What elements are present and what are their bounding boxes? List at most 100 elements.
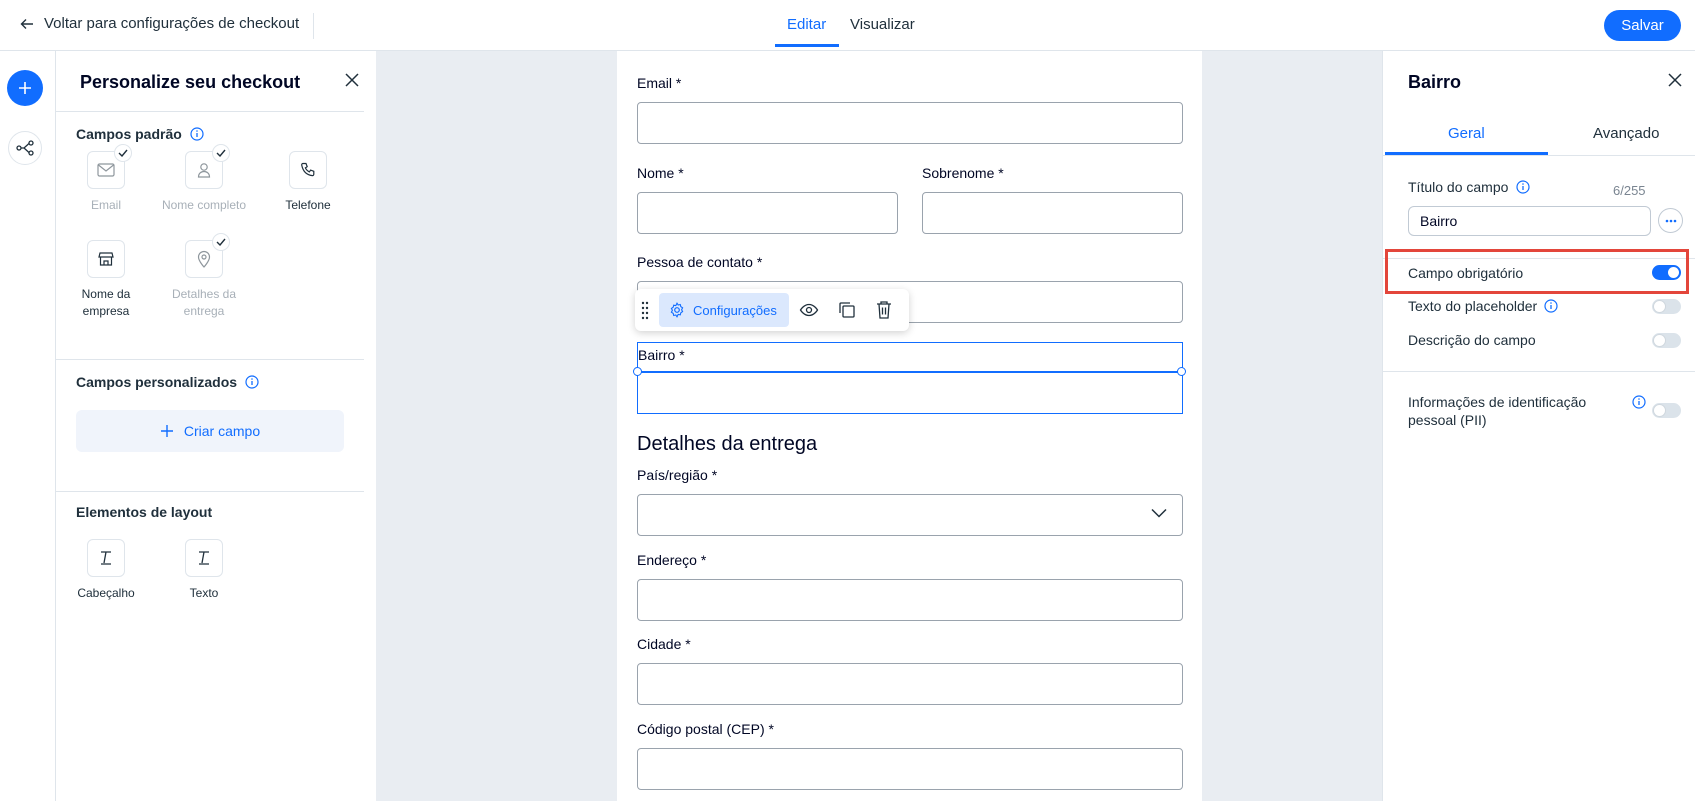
- section-title: Campos padrão: [76, 126, 182, 142]
- layout-tile-label: Cabeçalho: [77, 586, 135, 600]
- save-button[interactable]: Salvar: [1604, 10, 1681, 41]
- field-tile-box: [185, 539, 223, 577]
- divider: [56, 491, 364, 492]
- address-field-label: Endereço *: [637, 552, 707, 568]
- last-name-field[interactable]: [922, 192, 1183, 234]
- delivery-section-title: Detalhes da entrega: [637, 433, 818, 455]
- field-tile-box: [87, 240, 125, 278]
- checkout-form-page: Email * Nome * Sobrenome * Pessoa de con…: [617, 51, 1202, 801]
- field-settings-panel: Bairro Geral Avançado Título do campo 6/…: [1382, 51, 1695, 801]
- left-rail: [0, 51, 56, 801]
- layout-tile-text[interactable]: Texto: [159, 539, 249, 602]
- person-icon: [197, 162, 211, 178]
- postal-code-field-label: Código postal (CEP) *: [637, 721, 774, 737]
- field-description-toggle[interactable]: [1652, 333, 1681, 348]
- trash-icon[interactable]: [875, 300, 893, 320]
- placeholder-label: Texto do placeholder: [1408, 298, 1538, 314]
- info-icon[interactable]: [190, 127, 204, 141]
- default-fields-heading: Campos padrão: [76, 126, 204, 142]
- resize-handle-left[interactable]: [633, 367, 642, 376]
- tab-underline: [1383, 155, 1695, 156]
- location-pin-icon: [197, 250, 211, 268]
- section-title: Elementos de layout: [76, 504, 213, 520]
- first-name-field[interactable]: [637, 192, 898, 234]
- close-icon[interactable]: [1668, 73, 1682, 87]
- required-field-toggle[interactable]: [1652, 265, 1681, 280]
- required-field-label: Campo obrigatório: [1408, 265, 1524, 281]
- neighborhood-field-selected[interactable]: Bairro *: [633, 342, 1186, 414]
- pii-toggle[interactable]: [1652, 403, 1681, 418]
- active-tab-indicator: [1385, 152, 1548, 155]
- contact-person-field-label: Pessoa de contato *: [637, 254, 763, 270]
- info-icon[interactable]: [1544, 299, 1558, 313]
- placeholder-toggle[interactable]: [1652, 299, 1681, 314]
- info-icon[interactable]: [1632, 395, 1646, 409]
- field-tile-delivery-details[interactable]: Detalhes da entrega: [159, 233, 249, 320]
- tab-general[interactable]: Geral: [1448, 125, 1485, 142]
- text-t-icon: [196, 550, 212, 566]
- create-field-label: Criar campo: [183, 423, 261, 439]
- selection-divider: [638, 371, 1181, 373]
- arrow-left-icon: [20, 18, 34, 30]
- divider: [1383, 371, 1695, 372]
- duplicate-icon[interactable]: [837, 300, 857, 320]
- neighborhood-field-label: Bairro *: [638, 347, 685, 363]
- check-icon: [212, 144, 230, 162]
- create-field-button[interactable]: Criar campo: [76, 410, 344, 452]
- field-title-text: Título do campo: [1408, 179, 1509, 195]
- panel-title: Bairro: [1408, 72, 1462, 92]
- field-tile-box: [185, 144, 230, 189]
- eye-icon[interactable]: [799, 300, 819, 320]
- editor-canvas: Email * Nome * Sobrenome * Pessoa de con…: [376, 51, 1382, 801]
- layout-elements-heading: Elementos de layout: [76, 504, 212, 520]
- close-icon[interactable]: [345, 73, 359, 87]
- customize-panel: Personalize seu checkout Campos padrão E…: [56, 51, 376, 801]
- first-name-field-label: Nome *: [637, 165, 684, 181]
- city-field[interactable]: [637, 663, 1183, 705]
- postal-code-field[interactable]: [637, 748, 1183, 790]
- field-title-label: Título do campo: [1408, 179, 1530, 195]
- back-to-checkout-settings-link[interactable]: Voltar para configurações de checkout: [20, 15, 299, 32]
- share-nodes-icon: [16, 140, 34, 156]
- field-tile-full-name[interactable]: Nome completo: [159, 144, 249, 214]
- field-description-row: Descrição do campo: [1408, 332, 1678, 348]
- divider: [56, 359, 364, 360]
- field-title-input[interactable]: Bairro: [1408, 206, 1651, 236]
- info-icon[interactable]: [245, 375, 259, 389]
- divider: [56, 111, 364, 112]
- last-name-field-label: Sobrenome *: [922, 165, 1004, 181]
- connections-button[interactable]: [8, 131, 42, 165]
- divider: [313, 13, 314, 39]
- more-options-button[interactable]: [1658, 208, 1683, 233]
- field-tile-label: Nome completo: [161, 198, 247, 212]
- add-element-button[interactable]: [7, 70, 43, 106]
- email-field[interactable]: [637, 102, 1183, 144]
- custom-fields-heading: Campos personalizados: [76, 374, 259, 390]
- field-tile-phone[interactable]: Telefone: [263, 151, 353, 214]
- layout-tile-header[interactable]: Cabeçalho: [61, 539, 151, 602]
- pii-label: Informações de identificação pessoal (PI…: [1408, 394, 1587, 428]
- field-tile-company-name[interactable]: Nome da empresa: [61, 240, 151, 320]
- toggle-knob: [1653, 300, 1666, 313]
- tab-edit[interactable]: Editar: [787, 16, 826, 33]
- field-tile-email[interactable]: Email: [61, 144, 151, 214]
- country-select[interactable]: [637, 494, 1183, 536]
- address-field[interactable]: [637, 579, 1183, 621]
- field-tile-label: Telefone: [285, 198, 331, 212]
- field-description-label: Descrição do campo: [1408, 332, 1536, 348]
- settings-button[interactable]: Configurações: [659, 293, 789, 327]
- drag-handle-icon[interactable]: [641, 300, 649, 320]
- text-t-icon: [98, 550, 114, 566]
- character-count: 6/255: [1613, 183, 1646, 198]
- settings-label: Configurações: [693, 302, 777, 318]
- tab-preview[interactable]: Visualizar: [850, 16, 915, 33]
- resize-handle-right[interactable]: [1177, 367, 1186, 376]
- plus-icon: [160, 424, 174, 438]
- panel-title: Personalize seu checkout: [80, 72, 301, 92]
- required-field-row: Campo obrigatório: [1408, 265, 1678, 281]
- store-icon: [98, 251, 114, 267]
- info-icon[interactable]: [1516, 180, 1530, 194]
- top-bar: Voltar para configurações de checkout Ed…: [0, 0, 1695, 51]
- tab-advanced[interactable]: Avançado: [1593, 125, 1659, 142]
- active-tab-indicator: [775, 44, 839, 47]
